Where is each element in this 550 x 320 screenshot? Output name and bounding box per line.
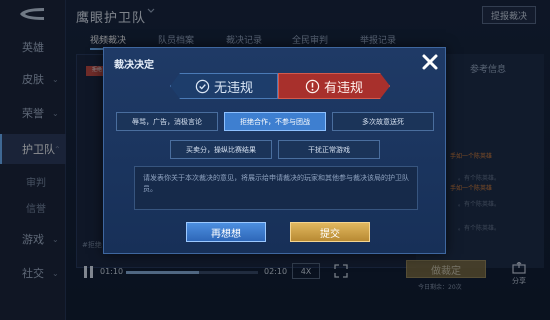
- option-label: 多次故意送死: [362, 117, 404, 126]
- dialog-title: 裁决决定: [114, 60, 154, 71]
- rethink-button[interactable]: 再想想: [186, 222, 266, 242]
- option-feeding[interactable]: 多次故意送死: [332, 112, 434, 131]
- option-no-cooperation[interactable]: 拒绝合作，不参与团战: [224, 112, 326, 131]
- option-abuse[interactable]: 辱骂，广告，消极言论: [116, 112, 218, 131]
- verdict-yes-label: 有违规: [323, 80, 363, 96]
- close-icon[interactable]: [420, 52, 440, 72]
- submit-button[interactable]: 提交: [290, 222, 370, 242]
- option-label: 拒绝合作，不参与团战: [240, 117, 310, 126]
- verdict-violation-button[interactable]: 有违规: [278, 73, 390, 99]
- check-circle-icon: [195, 79, 210, 93]
- verdict-no-violation-button[interactable]: 无违规: [170, 73, 278, 99]
- option-label: 干扰正常游戏: [308, 145, 350, 154]
- opinion-placeholder: 请发表你关于本次裁决的意见，将展示给申请裁决的玩家和其他参与裁决该局的护卫队员。: [143, 174, 409, 193]
- option-disrupt-game[interactable]: 干扰正常游戏: [278, 140, 380, 159]
- option-label: 辱骂，广告，消极言论: [132, 117, 202, 126]
- option-match-fixing[interactable]: 买卖分，操纵比赛结果: [170, 140, 272, 159]
- verdict-no-label: 无违规: [213, 80, 253, 96]
- rethink-label: 再想想: [211, 228, 241, 240]
- opinion-textarea[interactable]: 请发表你关于本次裁决的意见，将展示给申请裁决的玩家和其他参与裁决该局的护卫队员。: [134, 166, 418, 210]
- judgment-dialog: 裁决决定 无违规 有违规 辱骂，广告，消极言论 拒绝合作，不参与团战 多次故意送…: [103, 47, 446, 254]
- submit-label: 提交: [320, 228, 340, 240]
- option-label: 买卖分，操纵比赛结果: [186, 145, 256, 154]
- app-root: 英雄 皮肤 ⌄ 荣誉 ⌄ 护卫队 ⌃ 审判 信誉 游戏 ⌄ 社交 ⌄ 鹰眼护卫队…: [0, 0, 550, 320]
- alert-circle-icon: [305, 79, 320, 94]
